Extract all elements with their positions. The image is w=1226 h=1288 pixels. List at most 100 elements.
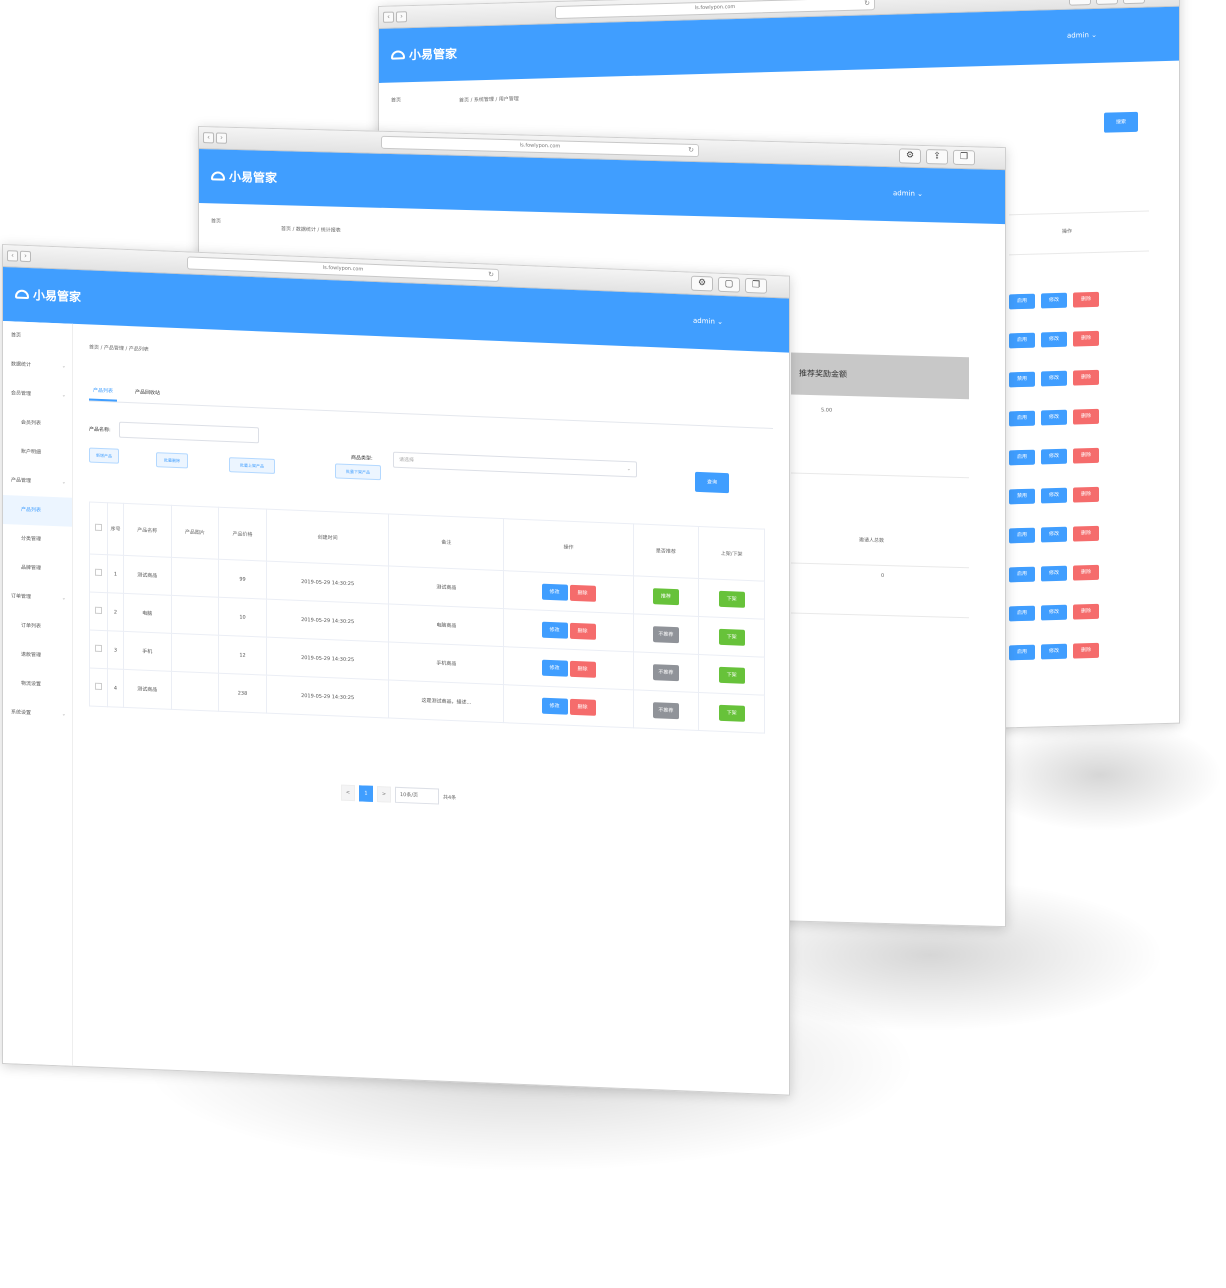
sidebar-item[interactable]: 订单列表 xyxy=(3,611,72,643)
edit-button[interactable]: 修改 xyxy=(541,583,568,601)
forward-icon[interactable]: › xyxy=(20,250,31,263)
edit-button[interactable]: 修改 xyxy=(1041,331,1067,348)
sidebar-item-home[interactable]: 首页 xyxy=(211,217,221,224)
delete-button[interactable]: 删除 xyxy=(1073,330,1099,347)
nav-buttons[interactable]: ‹ › xyxy=(7,250,31,263)
category-select[interactable]: 请选择 ⌄ xyxy=(393,451,637,478)
brand-logo[interactable]: 小易管家 xyxy=(391,45,457,64)
sidebar-item[interactable]: 系统设置 ⌄ xyxy=(3,698,72,730)
status-button[interactable]: 启用 xyxy=(1009,644,1035,661)
home-icon[interactable]: ⌂ xyxy=(1096,0,1118,5)
shelf-toggle[interactable]: 下架 xyxy=(718,666,745,684)
shelf-toggle[interactable]: 下架 xyxy=(718,628,745,646)
shelf-toggle[interactable]: 下架 xyxy=(718,704,745,722)
sidebar-item[interactable]: 会员管理 ⌄ xyxy=(3,379,72,411)
row-checkbox[interactable] xyxy=(95,606,102,615)
batch-shelve-button[interactable]: 批量上架产品 xyxy=(229,457,275,474)
reload-icon[interactable]: ↻ xyxy=(864,0,870,9)
next-page-button[interactable]: > xyxy=(377,786,391,803)
sidebar-item[interactable]: 首页 xyxy=(3,321,72,353)
row-checkbox[interactable] xyxy=(95,682,102,691)
reload-icon[interactable]: ↻ xyxy=(488,270,494,281)
recommend-toggle[interactable]: 推荐 xyxy=(652,587,679,605)
status-button[interactable]: 启用 xyxy=(1009,410,1035,427)
delete-button[interactable]: 删除 xyxy=(569,584,596,602)
delete-button[interactable]: 删除 xyxy=(1073,369,1099,386)
status-button[interactable]: 禁用 xyxy=(1009,371,1035,388)
sidebar-item[interactable]: 退款管理 xyxy=(3,640,72,672)
edit-button[interactable]: 修改 xyxy=(1041,604,1067,621)
delete-button[interactable]: 删除 xyxy=(1073,564,1099,581)
sidebar-item[interactable]: 产品管理 ⌄ xyxy=(3,466,72,498)
reload-icon[interactable]: ↻ xyxy=(688,145,694,156)
back-icon[interactable]: ‹ xyxy=(7,250,18,262)
sidebar-item[interactable]: 数据统计 ⌄ xyxy=(3,350,72,382)
delete-button[interactable]: 删除 xyxy=(1073,525,1099,542)
status-button[interactable]: 启用 xyxy=(1009,449,1035,466)
delete-button[interactable]: 删除 xyxy=(1073,291,1099,308)
back-icon[interactable]: ‹ xyxy=(203,132,214,144)
nav-buttons[interactable]: ‹ › xyxy=(203,132,227,144)
batch-unshelve-button[interactable]: 批量下架产品 xyxy=(335,463,381,481)
tab-product-list[interactable]: 产品列表 xyxy=(89,386,118,402)
window-icon[interactable]: ❐ xyxy=(953,149,975,166)
edit-button[interactable]: 修改 xyxy=(1041,409,1067,426)
edit-button[interactable]: 修改 xyxy=(1041,292,1067,309)
product-name-input[interactable] xyxy=(119,421,259,444)
delete-button[interactable]: 删除 xyxy=(1073,603,1099,620)
sidebar-item[interactable]: 物流设置 xyxy=(3,669,72,701)
prev-page-button[interactable]: < xyxy=(341,784,355,802)
select-all-checkbox[interactable] xyxy=(89,502,108,555)
edit-button[interactable]: 修改 xyxy=(1041,526,1067,543)
status-button[interactable]: 禁用 xyxy=(1009,488,1035,505)
edit-button[interactable]: 修改 xyxy=(1041,565,1067,582)
edit-button[interactable]: 修改 xyxy=(541,697,568,715)
user-menu[interactable]: admin ⌄ xyxy=(1067,31,1097,40)
sidebar-item-home[interactable]: 首页 xyxy=(391,96,401,103)
settings-icon[interactable]: ⚙ xyxy=(1069,0,1091,6)
add-product-button[interactable]: 新增产品 xyxy=(89,447,119,464)
search-button[interactable]: 搜索 xyxy=(1104,111,1138,133)
row-checkbox[interactable] xyxy=(95,568,102,577)
delete-button[interactable]: 删除 xyxy=(569,622,596,640)
user-menu[interactable]: admin ⌄ xyxy=(693,317,723,326)
delete-button[interactable]: 删除 xyxy=(1073,408,1099,425)
page-1-button[interactable]: 1 xyxy=(359,785,373,802)
settings-icon[interactable]: ⚙ xyxy=(899,148,921,164)
edit-button[interactable]: 修改 xyxy=(1041,448,1067,465)
delete-button[interactable]: 删除 xyxy=(1073,486,1099,503)
window-icon[interactable]: ❐ xyxy=(745,277,767,294)
recommend-toggle[interactable]: 不推荐 xyxy=(652,625,679,643)
delete-button[interactable]: 删除 xyxy=(1073,447,1099,464)
edit-button[interactable]: 修改 xyxy=(541,659,568,677)
status-button[interactable]: 启用 xyxy=(1009,566,1035,583)
shelf-toggle[interactable]: 下架 xyxy=(718,590,745,608)
sidebar-item[interactable]: 订单管理 ⌄ xyxy=(3,582,72,614)
sidebar-item[interactable]: 分类管理 xyxy=(3,524,72,556)
back-icon[interactable]: ‹ xyxy=(383,11,394,23)
settings-icon[interactable]: ⚙ xyxy=(691,275,713,292)
nav-buttons[interactable]: ‹ › xyxy=(383,11,407,23)
sidebar-item[interactable]: 产品列表 xyxy=(3,495,72,527)
forward-icon[interactable]: › xyxy=(396,11,407,23)
delete-button[interactable]: 删除 xyxy=(569,660,596,678)
tab-recycle-bin[interactable]: 产品回收站 xyxy=(131,388,164,403)
sidebar-item[interactable]: 会员列表 xyxy=(3,408,72,440)
recommend-toggle[interactable]: 不推荐 xyxy=(652,663,679,681)
brand-logo[interactable]: 小易管家 xyxy=(15,286,81,306)
user-menu[interactable]: admin ⌄ xyxy=(893,189,923,198)
forward-icon[interactable]: › xyxy=(216,132,227,144)
window-icon[interactable]: ❐ xyxy=(1123,0,1145,5)
status-button[interactable]: 启用 xyxy=(1009,293,1035,310)
sidebar-item[interactable]: 账户明细 xyxy=(3,437,72,469)
page-size-select[interactable]: 10条/页 xyxy=(395,786,439,805)
batch-delete-button[interactable]: 批量删除 xyxy=(156,452,188,469)
row-checkbox[interactable] xyxy=(95,644,102,653)
address-bar[interactable]: ls.fowlypon.com ↻ xyxy=(381,135,699,158)
status-button[interactable]: 启用 xyxy=(1009,527,1035,544)
query-button[interactable]: 查询 xyxy=(695,471,729,494)
brand-logo[interactable]: 小易管家 xyxy=(211,167,277,186)
edit-button[interactable]: 修改 xyxy=(1041,370,1067,387)
clipboard-icon[interactable]: ▢ xyxy=(718,276,740,293)
status-button[interactable]: 启用 xyxy=(1009,332,1035,349)
